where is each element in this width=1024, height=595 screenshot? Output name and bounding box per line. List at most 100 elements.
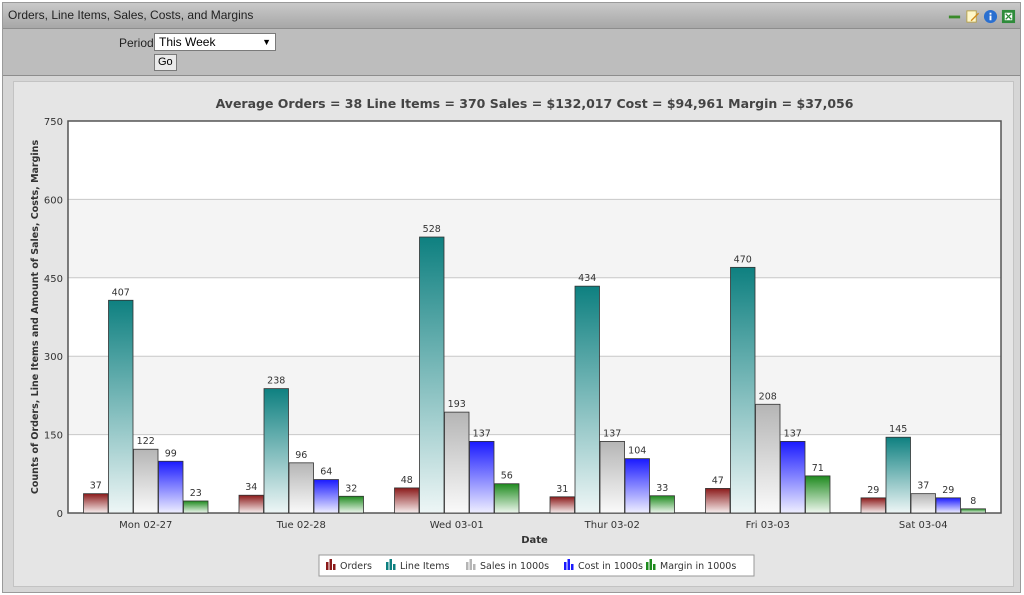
- bar-margin-in-1000s-4[interactable]: [805, 475, 831, 514]
- data-label: 470: [734, 254, 752, 265]
- x-tick-label: Wed 03-01: [430, 520, 484, 531]
- legend-icon: [653, 564, 656, 570]
- data-label: 56: [501, 471, 513, 482]
- x-tick-label: Fri 03-03: [746, 520, 790, 531]
- y-tick-label: 0: [57, 509, 63, 520]
- x-tick-label: Tue 02-28: [276, 520, 326, 531]
- legend-item[interactable]: Cost in 1000s: [578, 561, 643, 572]
- data-label: 31: [556, 484, 568, 495]
- bar-chart: Average Orders = 38 Line Items = 370 Sal…: [30, 96, 1002, 577]
- legend-item[interactable]: Orders: [340, 561, 372, 572]
- data-label: 48: [401, 475, 413, 486]
- data-label: 208: [759, 391, 777, 402]
- bar-orders-4[interactable]: [705, 488, 731, 514]
- bar-line-items-5[interactable]: [885, 436, 911, 514]
- data-label: 238: [267, 376, 285, 387]
- x-axis-label: Date: [521, 535, 548, 546]
- chart-title: Average Orders = 38 Line Items = 370 Sal…: [216, 96, 854, 111]
- bar-line-items-0[interactable]: [108, 299, 134, 514]
- data-label: 8: [970, 496, 976, 507]
- period-select-value: This Week: [159, 35, 216, 49]
- minimize-icon[interactable]: [947, 9, 962, 24]
- plot-area: [68, 121, 1001, 513]
- bar-line-items-4[interactable]: [730, 266, 756, 514]
- legend-icon: [469, 559, 472, 570]
- data-label: 47: [712, 475, 724, 486]
- y-tick-label: 600: [44, 195, 63, 206]
- legend-icon: [389, 559, 392, 570]
- legend-item[interactable]: Sales in 1000s: [480, 561, 549, 572]
- data-label: 29: [867, 485, 879, 496]
- legend-icon: [473, 564, 476, 570]
- bar-sales-in-1000s-3[interactable]: [599, 440, 625, 514]
- legend-icon: [567, 559, 570, 570]
- data-label: 104: [628, 446, 646, 457]
- data-label: 137: [784, 428, 802, 439]
- bar-sales-in-1000s-2[interactable]: [444, 411, 470, 514]
- x-tick-label: Thur 03-02: [584, 520, 640, 531]
- edit-icon[interactable]: [965, 9, 980, 24]
- bar-orders-2[interactable]: [394, 487, 420, 514]
- data-label: 29: [942, 485, 954, 496]
- y-tick-label: 150: [44, 431, 63, 442]
- bar-sales-in-1000s-5[interactable]: [910, 493, 936, 514]
- grid-band: [68, 199, 1001, 278]
- legend-icon: [564, 562, 567, 570]
- bar-orders-1[interactable]: [238, 494, 264, 514]
- bar-cost-in-1000s-0[interactable]: [158, 460, 184, 514]
- legend-icon: [646, 562, 649, 570]
- bar-margin-in-1000s-2[interactable]: [494, 483, 520, 514]
- bar-orders-0[interactable]: [83, 493, 109, 514]
- data-label: 96: [295, 450, 307, 461]
- legend-icon: [326, 562, 329, 570]
- legend-item[interactable]: Line Items: [400, 561, 449, 572]
- filter-panel: Period: This Week ▼ Go: [3, 29, 1020, 76]
- data-label: 137: [473, 428, 491, 439]
- bar-cost-in-1000s-4[interactable]: [780, 440, 806, 514]
- y-tick-label: 300: [44, 352, 63, 363]
- bar-sales-in-1000s-0[interactable]: [133, 448, 159, 514]
- data-label: 145: [889, 424, 907, 435]
- legend-icon: [466, 562, 469, 570]
- grid-band: [68, 356, 1001, 435]
- legend-item[interactable]: Margin in 1000s: [660, 561, 736, 572]
- data-label: 71: [812, 463, 824, 474]
- data-label: 407: [112, 287, 130, 298]
- data-label: 64: [320, 467, 332, 478]
- bar-orders-3[interactable]: [549, 496, 575, 514]
- info-icon[interactable]: [983, 9, 998, 24]
- report-window: Orders, Line Items, Sales, Costs, and Ma…: [2, 2, 1021, 593]
- x-tick-label: Sat 03-04: [899, 520, 948, 531]
- bar-cost-in-1000s-1[interactable]: [313, 479, 339, 514]
- bar-margin-in-1000s-1[interactable]: [338, 495, 364, 514]
- bar-line-items-1[interactable]: [263, 388, 289, 514]
- data-label: 37: [90, 481, 102, 492]
- bar-margin-in-1000s-5[interactable]: [960, 508, 986, 514]
- y-tick-label: 750: [44, 117, 63, 128]
- bar-margin-in-1000s-0[interactable]: [183, 500, 209, 514]
- data-label: 32: [345, 483, 357, 494]
- legend-icon: [393, 564, 396, 570]
- legend-icon: [386, 562, 389, 570]
- toolbar: [947, 8, 1016, 24]
- bar-cost-in-1000s-2[interactable]: [469, 440, 495, 514]
- period-label: Period:: [119, 36, 158, 50]
- bar-line-items-3[interactable]: [574, 285, 600, 514]
- bar-cost-in-1000s-3[interactable]: [624, 458, 650, 514]
- bar-sales-in-1000s-1[interactable]: [288, 462, 314, 514]
- legend-icon: [333, 564, 336, 570]
- window-title: Orders, Line Items, Sales, Costs, and Ma…: [8, 8, 254, 22]
- export-excel-icon[interactable]: [1001, 9, 1016, 24]
- go-button[interactable]: Go: [154, 54, 177, 71]
- bar-sales-in-1000s-4[interactable]: [755, 403, 781, 514]
- bar-margin-in-1000s-3[interactable]: [649, 495, 675, 514]
- bar-cost-in-1000s-5[interactable]: [935, 497, 961, 514]
- x-tick-label: Mon 02-27: [119, 520, 172, 531]
- bar-line-items-2[interactable]: [419, 236, 445, 514]
- y-axis-label: Counts of Orders, Line Items and Amount …: [30, 140, 41, 495]
- period-select[interactable]: This Week ▼: [154, 33, 276, 51]
- data-label: 34: [245, 482, 257, 493]
- bar-orders-5[interactable]: [860, 497, 886, 514]
- legend-icon: [329, 559, 332, 570]
- data-label: 33: [656, 483, 668, 494]
